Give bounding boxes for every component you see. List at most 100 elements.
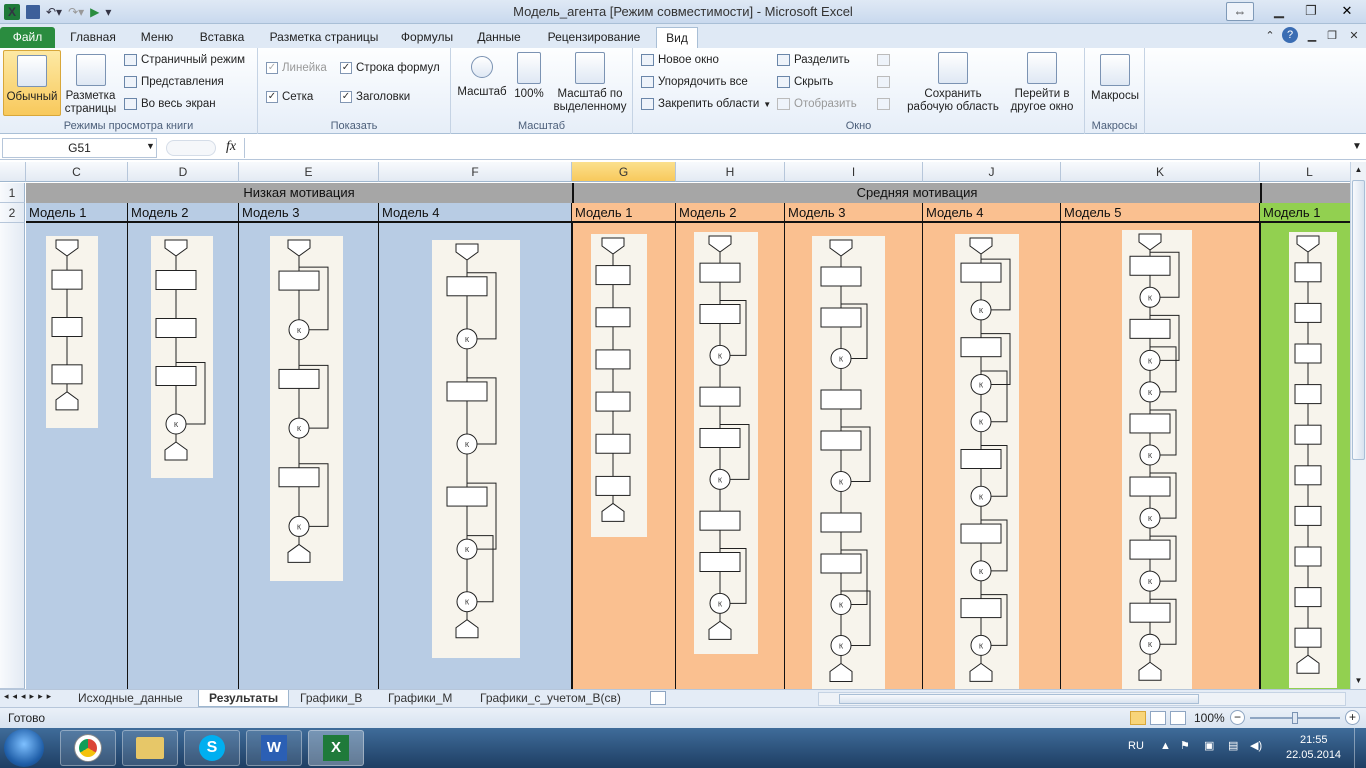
page-layout-button[interactable]: Разметка страницы [63,54,118,116]
column-header-k[interactable]: K [1061,162,1260,182]
model-label[interactable]: Модель 3 [239,203,379,223]
formula-input[interactable] [244,138,1348,158]
chrome-taskbar-button[interactable] [60,730,116,766]
sheet-tab-active[interactable]: Результаты [198,690,290,707]
full-screen-button[interactable]: Во весь экран [124,98,216,110]
flowchart-image[interactable]: ККККККК [1122,230,1192,689]
model-label[interactable]: Модель 3 [785,203,923,223]
unhide-button[interactable]: Отобразить [777,98,857,110]
tab-menu[interactable]: Меню [132,27,182,48]
doc-restore-icon[interactable]: ❐ [1324,27,1340,46]
zoom-100-button[interactable]: 100% [511,52,547,101]
page-break-status-icon[interactable] [1170,711,1186,725]
scroll-up-icon[interactable]: ▲ [1351,162,1366,178]
show-desktop-button[interactable] [1354,728,1366,768]
scroll-down-icon[interactable]: ▼ [1351,673,1366,689]
zoom-slider-thumb[interactable] [1292,712,1298,724]
flowchart-image[interactable]: ККК [694,232,758,654]
scroll-thumb[interactable] [1352,180,1365,460]
save-workspace-button[interactable]: Сохранить рабочую область [903,52,1003,114]
normal-view-button[interactable]: Обычный [3,50,61,116]
ribbon-restore-icon[interactable]: ⇔ [1226,2,1254,21]
model-label[interactable]: Модель 2 [676,203,785,223]
help-icon[interactable]: ? [1282,27,1298,43]
zoom-button[interactable]: Масштаб [455,52,509,99]
arrange-all-button[interactable]: Упорядочить все [641,76,748,88]
word-taskbar-button[interactable]: W [246,730,302,766]
model-label[interactable]: Модель 1 [26,203,128,223]
hide-button[interactable]: Скрыть [777,76,833,88]
sheet-nav-icon[interactable]: ◂◂◂▸▸▸ [4,691,55,702]
vertical-scrollbar[interactable]: ▲ ▼ [1350,162,1366,689]
motivation-group-header[interactable]: Низкая мотивация [26,183,572,203]
zoom-out-icon[interactable]: − [1230,710,1245,725]
zoom-to-selection-button[interactable]: Масштаб по выделенному [551,52,629,114]
flowchart-image[interactable] [46,236,98,428]
sheet-tab[interactable]: Графики_В [290,690,372,707]
reset-position-icon[interactable] [877,98,890,110]
switch-windows-button[interactable]: Перейти в другое окно [1003,52,1081,114]
tab-review[interactable]: Рецензирование [540,27,648,48]
model-label[interactable]: Модель 1 [572,203,676,223]
column-header-j[interactable]: J [923,162,1061,182]
column-header-e[interactable]: E [239,162,379,182]
horizontal-scrollbar[interactable] [818,692,1346,706]
clock-date[interactable]: 22.05.2014 [1286,749,1341,761]
flowchart-image[interactable]: КККК [432,240,520,658]
column-header-d[interactable]: D [128,162,239,182]
zoom-level[interactable]: 100% [1194,711,1225,725]
flowchart-image[interactable]: ККК [270,236,343,581]
motivation-group-header[interactable] [1260,183,1350,203]
page-break-button[interactable]: Страничный режим [124,54,245,66]
model-label[interactable]: Модель 2 [128,203,239,223]
column-header-i[interactable]: I [785,162,923,182]
tab-data[interactable]: Данные [470,27,528,48]
split-button[interactable]: Разделить [777,54,850,66]
excel-taskbar-button[interactable]: X [308,730,364,766]
device-icon[interactable]: ▣ [1204,739,1214,752]
close-button[interactable]: ✕ [1330,2,1364,21]
row-header[interactable]: 1 [0,183,25,203]
model-label[interactable]: Модель 1 [1260,203,1350,223]
flowchart-image[interactable]: КККК [812,236,885,689]
minimize-button[interactable]: ▁ [1266,2,1292,21]
macros-button[interactable]: Макросы [1089,54,1141,103]
model-label[interactable]: Модель 4 [379,203,572,223]
column-header-l[interactable]: L [1260,162,1350,182]
model-label[interactable]: Модель 5 [1061,203,1260,223]
flowchart-image[interactable] [1289,232,1337,688]
select-all-corner[interactable] [0,162,26,182]
zoom-in-icon[interactable]: + [1345,710,1360,725]
tab-file[interactable]: Файл [0,27,55,48]
formula-bar-resize-icon[interactable] [166,140,216,156]
side-by-side-icon[interactable] [877,54,890,66]
tab-page-layout[interactable]: Разметка страницы [262,27,386,48]
motivation-group-header[interactable]: Средняя мотивация [572,183,1260,203]
tab-view[interactable]: Вид [656,27,698,48]
column-header-f[interactable]: F [379,162,572,182]
doc-close-icon[interactable]: ✕ [1346,27,1362,46]
gridlines-checkbox[interactable]: ✓ Сетка [266,91,313,103]
name-box-dropdown-icon[interactable]: ▼ [146,141,155,151]
column-header-h[interactable]: H [676,162,785,182]
ruler-checkbox[interactable]: ✓ Линейка [266,62,327,74]
freeze-panes-button[interactable]: Закрепить области ▼ [641,98,771,110]
flowchart-image[interactable]: К [151,236,213,478]
language-indicator[interactable]: RU [1128,740,1144,752]
new-window-button[interactable]: Новое окно [641,54,719,66]
expand-formula-bar-icon[interactable]: ▼ [1352,141,1362,152]
worksheet-grid[interactable]: CDEFGHIJKL 1 2 Низкая мотивация Средняя м… [0,162,1350,689]
formula-bar-checkbox[interactable]: ✓ Строка формул [340,62,440,74]
restore-button[interactable]: ❐ [1298,2,1324,21]
ribbon-collapse-icon[interactable]: ⌃ [1262,27,1278,46]
network-icon[interactable]: ▤ [1228,739,1238,752]
sheet-tab[interactable]: Исходные_данные [68,690,193,707]
tab-home[interactable]: Главная [62,27,124,48]
sheet-tab[interactable]: Графики_М [378,690,462,707]
tab-formulas[interactable]: Формулы [396,27,458,48]
model-label[interactable]: Модель 4 [923,203,1061,223]
column-header-c[interactable]: C [26,162,128,182]
doc-minimize-icon[interactable]: ▁ [1304,27,1320,46]
clock-time[interactable]: 21:55 [1300,734,1328,746]
show-hidden-icons[interactable]: ▲ [1160,740,1171,752]
